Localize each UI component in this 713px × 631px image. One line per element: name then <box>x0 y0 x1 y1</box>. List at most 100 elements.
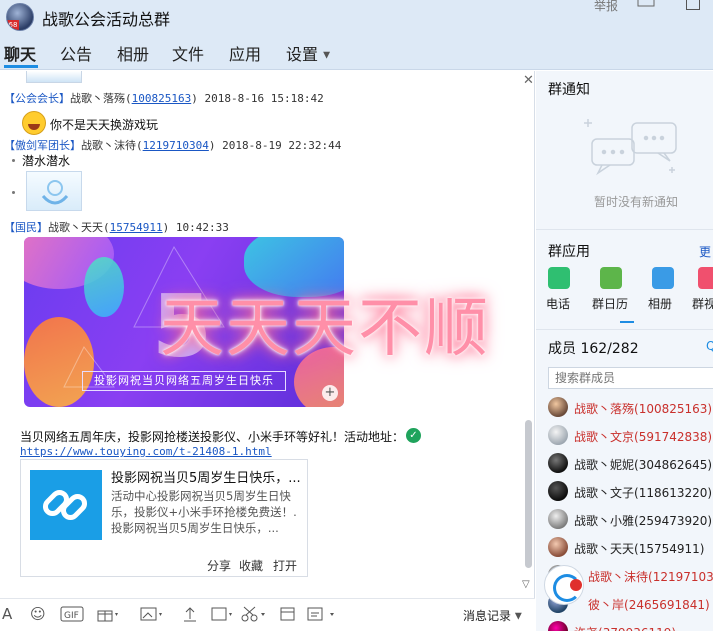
image-thumbnail[interactable] <box>26 71 82 83</box>
avatar <box>548 621 568 631</box>
gif-icon[interactable]: GIF <box>60 605 84 623</box>
avatar <box>548 397 568 417</box>
group-notice-title: 群通知 <box>548 82 590 98</box>
search-icon[interactable]: Q <box>706 339 713 353</box>
member-name: 战歌丶文子(118613220) <box>574 486 713 500</box>
qq-group-chat-window: 68 战歌公会活动总群 举报 聊天 公告 相册 文件 应用 设置 ▼ 【公会会长… <box>0 0 713 631</box>
member-name: 许尧(379936119) <box>574 624 676 631</box>
member-row[interactable]: 战歌丶文子(118613220) <box>536 477 713 505</box>
member-uid-link[interactable]: 100825163 <box>132 92 192 105</box>
favorite-button[interactable]: 收藏 <box>239 557 263 574</box>
member-search-input[interactable] <box>548 367 713 389</box>
gift-icon[interactable] <box>96 605 120 623</box>
notification-dot <box>570 579 582 591</box>
card-actions: 分享 收藏 打开 <box>21 554 307 576</box>
member-name: 彼丶岸(2465691841) <box>588 598 710 612</box>
app-label: 电话 <box>546 297 571 311</box>
tab-notice[interactable]: 公告 <box>60 41 92 65</box>
app-album[interactable]: 相册 <box>648 267 678 311</box>
empty-notice-illustration-icon <box>584 113 684 183</box>
message-history-button[interactable]: 消息记录 ▼ <box>463 607 522 624</box>
image-icon[interactable] <box>140 605 164 623</box>
share-button[interactable]: 分享 <box>207 557 231 574</box>
more-apps-link[interactable]: 更 <box>699 243 711 260</box>
scissors-icon[interactable] <box>240 605 268 623</box>
close-icon[interactable]: ✕ <box>523 73 534 88</box>
promo-link[interactable]: https://www.touying.com/t-21408-1.html <box>20 445 272 458</box>
overlay-watermark-text: 天天天不顺 <box>160 292 490 366</box>
sticker-image[interactable] <box>26 171 82 211</box>
members-count: 成员 162/282 <box>548 341 639 357</box>
card-description: 活动中心投影网祝当贝5周岁生日快乐，投影仪+小米手环抢楼免费送！.投影网祝当贝5… <box>111 489 297 535</box>
input-toolbar: A ☺ GIF 消息记录 ▼ <box>0 598 535 631</box>
member-row[interactable]: 战歌丶天天(15754911) <box>536 533 713 561</box>
member-row[interactable]: 战歌丶落殇(100825163) <box>536 393 713 421</box>
group-apps-title: 群应用 <box>548 244 590 260</box>
title-bar: 68 战歌公会活动总群 举报 <box>0 0 713 34</box>
open-button[interactable]: 打开 <box>273 557 297 574</box>
tab-album[interactable]: 相册 <box>117 41 149 65</box>
message-bullet <box>12 159 15 162</box>
app-label: 群日历 <box>592 297 629 311</box>
tab-files[interactable]: 文件 <box>172 41 204 65</box>
member-row[interactable]: 许尧(379936119) <box>536 617 713 631</box>
active-tab-indicator <box>4 65 38 68</box>
font-icon[interactable]: A <box>2 605 12 623</box>
tab-chat[interactable]: 聊天 <box>4 41 36 65</box>
member-row[interactable]: 战歌丶妮妮(304862645) <box>536 449 713 477</box>
group-title: 战歌公会活动总群 <box>42 10 171 29</box>
app-label: 群视 <box>692 297 713 311</box>
member-nick[interactable]: 战歌丶沫待 <box>81 139 136 152</box>
verified-check-icon: ✓ <box>406 428 421 443</box>
tab-settings[interactable]: 设置 ▼ <box>286 41 330 65</box>
message-bullet <box>12 191 15 194</box>
link-share-card[interactable]: 投影网祝当贝5周岁生日快乐，... 活动中心投影网祝当贝5周岁生日快乐，投影仪+… <box>20 459 308 577</box>
message-time: 2018-8-16 15:18:42 <box>204 92 324 105</box>
avatar <box>548 537 568 557</box>
report-button[interactable]: 举报 <box>594 0 618 14</box>
laughing-emoji-icon <box>22 111 46 135</box>
member-nick[interactable]: 战歌丶落殇 <box>70 92 125 105</box>
app-group-video[interactable]: 群视 <box>692 267 713 311</box>
minimize-icon[interactable] <box>636 0 656 12</box>
member-name: 战歌丶落殇(100825163) <box>574 402 713 416</box>
chain-link-icon <box>30 470 102 540</box>
maximize-icon[interactable] <box>686 0 700 10</box>
avatar <box>548 425 568 445</box>
member-row[interactable]: 战歌丶文京(591742838) <box>536 421 713 449</box>
divider <box>536 229 713 230</box>
app-group-calendar[interactable]: 群日历 <box>592 267 628 311</box>
member-role: 【傲剑军团长】 <box>4 139 81 152</box>
zoom-icon[interactable]: + <box>322 385 338 401</box>
member-row[interactable]: 战歌丶小雅(259473920) <box>536 505 713 533</box>
avatar <box>548 481 568 501</box>
tab-apps[interactable]: 应用 <box>229 41 261 65</box>
calendar-icon <box>600 267 622 289</box>
apps-page-indicator <box>620 321 634 323</box>
video-icon <box>698 267 713 289</box>
member-name: 战歌丶妮妮(304862645) <box>574 458 713 472</box>
more-tools-icon[interactable] <box>306 605 338 623</box>
app-phone[interactable]: 电话 <box>544 267 574 311</box>
scrollbar-thumb[interactable] <box>525 420 532 568</box>
upload-icon[interactable] <box>182 605 198 623</box>
message-text: 你不是天天换游戏玩 <box>50 118 159 132</box>
chat-area[interactable]: 【公会会长】战歌丶落殇(100825163) 2018-8-16 15:18:4… <box>0 71 535 598</box>
chevron-down-icon: ▼ <box>323 50 331 61</box>
member-nick[interactable]: 战歌丶天天 <box>48 221 103 234</box>
member-uid-link[interactable]: 15754911 <box>110 221 163 234</box>
tab-bar: 聊天 公告 相册 文件 应用 设置 ▼ <box>0 34 713 70</box>
message-header: 【傲剑军团长】战歌丶沫待(1219710304) 2018-8-19 22:32… <box>4 139 342 152</box>
chevron-down-icon[interactable]: ▽ <box>522 579 530 590</box>
emoji-icon[interactable]: ☺ <box>30 605 46 623</box>
message-header: 【国民】战歌丶天天(15754911) 10:42:33 <box>4 221 229 234</box>
avatar <box>548 509 568 529</box>
message-time: 2018-8-19 22:32:44 <box>222 139 342 152</box>
member-name: 战歌丶沫待(1219710304) <box>588 570 713 584</box>
message-text: 潜水潜水 <box>22 154 71 168</box>
right-side-panel: 群通知 暂时没有新通知 群应用 更 电话 群日历 相册 群视 成员 162/28… <box>536 71 713 631</box>
shake-icon[interactable] <box>210 605 234 623</box>
group-avatar[interactable]: 68 <box>6 3 34 31</box>
member-uid-link[interactable]: 1219710304 <box>143 139 209 152</box>
calendar-icon[interactable] <box>280 605 296 623</box>
